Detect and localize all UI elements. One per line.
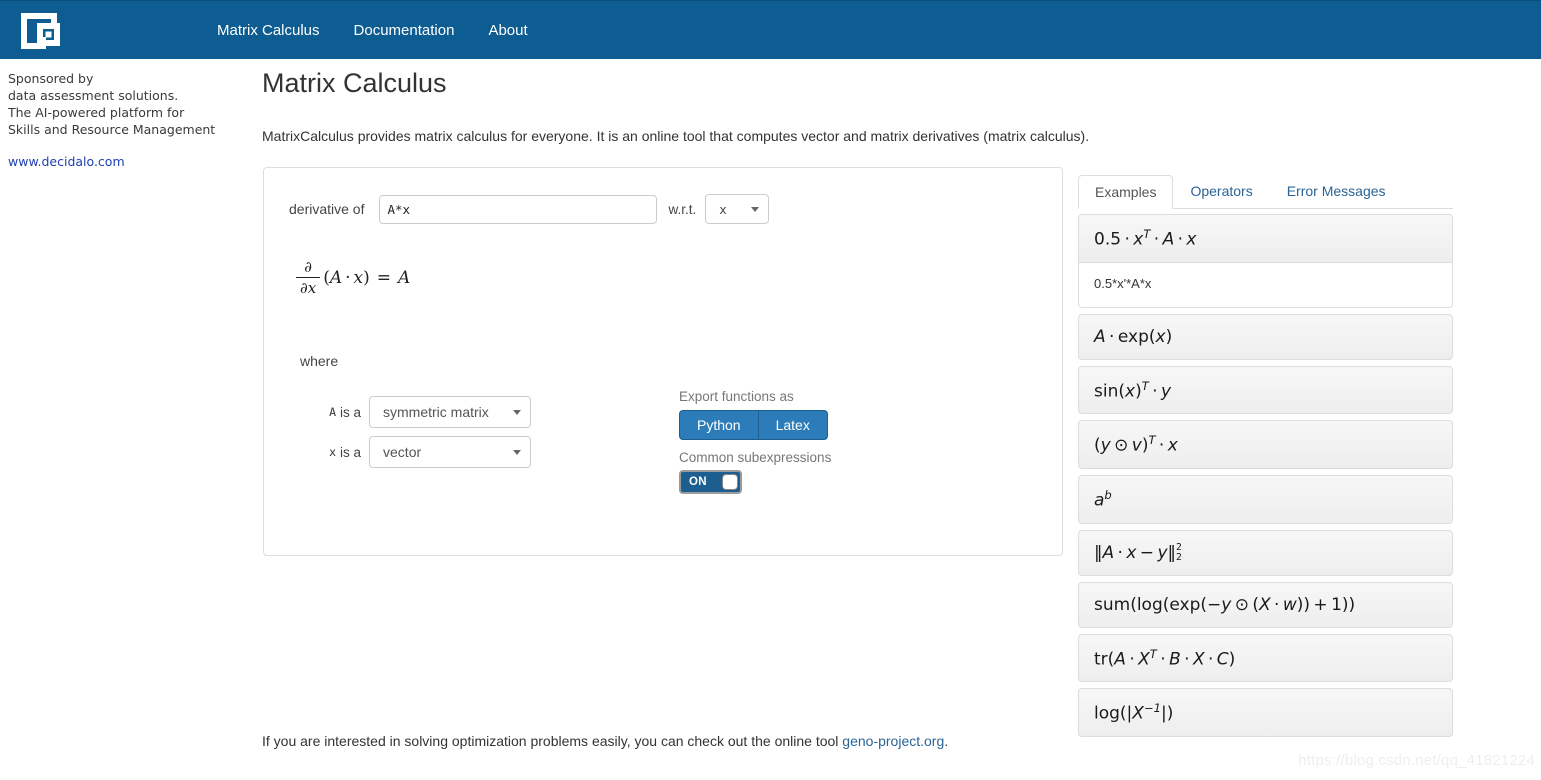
toggle-knob xyxy=(722,474,738,490)
example-item-trace-product[interactable]: tr(A · XT · B · X · C) xyxy=(1078,633,1453,683)
examples-list: 0.5 · xT · A · x 0.5*x'*A*x A · exp(x) s… xyxy=(1078,214,1453,737)
export-python-button[interactable]: Python xyxy=(679,410,759,440)
formula-paren-close: ) xyxy=(363,267,370,288)
example-item-log-det-inverse[interactable]: log(|X−1|) xyxy=(1078,688,1453,737)
type-select-a-value: symmetric matrix xyxy=(383,404,489,420)
wrt-select[interactable]: x xyxy=(705,194,770,224)
footer: If you are interested in solving optimiz… xyxy=(262,733,948,749)
chevron-down-icon xyxy=(751,207,760,212)
footer-text-after: . xyxy=(944,733,949,749)
where-isa-label: is a xyxy=(340,444,362,460)
fraction-numerator: ∂ xyxy=(304,258,312,276)
example-item-quadratic-form[interactable]: 0.5 · xT · A · x xyxy=(1078,214,1453,263)
formula-rhs: A xyxy=(398,267,411,288)
chevron-down-icon xyxy=(513,410,522,415)
example-formula: 0.5 · xT · A · x xyxy=(1094,227,1197,250)
example-plaintext-body: 0.5*x'*A*x xyxy=(1078,262,1453,308)
formula-equals: = xyxy=(376,267,392,288)
export-functions-label: Export functions as xyxy=(679,389,794,404)
example-item-logistic-loss[interactable]: sum(log(exp(−y ⊙ (X · w)) + 1)) xyxy=(1078,581,1453,628)
tab-examples[interactable]: Examples xyxy=(1078,175,1174,209)
formula-paren-open: ( xyxy=(323,267,330,288)
intro-text: MatrixCalculus provides matrix calculus … xyxy=(262,128,1090,144)
example-formula: A · exp(x) xyxy=(1094,326,1173,347)
examples-side-panel: Examples Operators Error Messages 0.5 · … xyxy=(1078,175,1453,743)
derivative-of-label: derivative of xyxy=(289,201,365,217)
expression-input[interactable] xyxy=(379,194,658,224)
common-subexpressions-toggle[interactable]: ON xyxy=(679,470,742,494)
export-button-group: Python Latex xyxy=(679,410,831,440)
partial-fraction: ∂ ∂x xyxy=(296,258,321,297)
example-item-sin-transpose-y[interactable]: sin(x)T · y xyxy=(1078,365,1453,415)
formula-var-a: A xyxy=(329,267,343,288)
sponsor-text: Sponsored by data assessment solutions. … xyxy=(8,71,216,137)
example-plaintext: 0.5*x'*A*x xyxy=(1094,275,1152,291)
where-label: where xyxy=(300,353,339,369)
where-isa-label: is a xyxy=(340,404,362,420)
navbar-links: Matrix Calculus Documentation About xyxy=(200,1,545,60)
example-formula: tr(A · XT · B · X · C) xyxy=(1094,646,1236,670)
example-formula: ‖A · x − y‖ 2 2 xyxy=(1094,542,1182,563)
example-item-a-power-b[interactable]: ab xyxy=(1078,474,1453,524)
where-var-name: x xyxy=(329,445,336,459)
formula-dot: · xyxy=(345,267,351,288)
example-formula: (y ⊙ v)T · x xyxy=(1094,433,1178,456)
derivative-input-row: derivative of w.r.t. x xyxy=(289,194,770,224)
tab-operators[interactable]: Operators xyxy=(1173,174,1269,208)
nav-link-documentation[interactable]: Documentation xyxy=(337,1,472,60)
type-select-x-value: vector xyxy=(383,444,422,460)
export-block: Export functions as Python Latex Common … xyxy=(679,389,831,494)
where-row: x is a vector xyxy=(324,436,532,468)
wrt-select-value: x xyxy=(719,201,727,217)
top-navbar: Matrix Calculus Documentation About xyxy=(0,0,1541,59)
toggle-state-label: ON xyxy=(689,476,707,488)
where-var-name: A xyxy=(329,405,336,419)
matrixcalculus-logo-icon[interactable] xyxy=(18,10,60,52)
type-select-x[interactable]: vector xyxy=(369,436,532,468)
sponsor-link[interactable]: www.decidalo.com xyxy=(8,154,248,169)
where-row: A is a symmetric matrix xyxy=(324,396,532,428)
geno-project-link[interactable]: geno-project.org xyxy=(842,733,944,749)
nav-link-about[interactable]: About xyxy=(471,1,544,60)
sponsor-sidebar: Sponsored by data assessment solutions. … xyxy=(8,70,248,169)
common-subexpressions-label: Common subexpressions xyxy=(679,450,832,465)
formula-body: (A · x) = A xyxy=(323,268,410,288)
tab-error-messages[interactable]: Error Messages xyxy=(1270,174,1403,208)
chevron-down-icon xyxy=(513,450,522,455)
wrt-label: w.r.t. xyxy=(668,201,697,217)
export-latex-button[interactable]: Latex xyxy=(758,410,828,440)
example-item-least-squares[interactable]: ‖A · x − y‖ 2 2 xyxy=(1078,529,1453,576)
page-title: Matrix Calculus xyxy=(262,68,447,98)
side-panel-tabs: Examples Operators Error Messages xyxy=(1078,175,1453,209)
where-rows: A is a symmetric matrix x is a vector xyxy=(324,396,532,476)
calculus-form-panel: derivative of w.r.t. x ∂ ∂x (A·x)=A wher… xyxy=(263,167,1063,556)
example-formula: sin(x)T · y xyxy=(1094,378,1172,402)
nav-link-matrix-calculus[interactable]: Matrix Calculus xyxy=(200,1,337,60)
formula-var-x: x xyxy=(353,267,364,288)
fraction-denominator: ∂x xyxy=(296,277,321,297)
example-formula: log(|X−1|) xyxy=(1094,701,1174,724)
footer-text-before: If you are interested in solving optimiz… xyxy=(262,733,843,749)
watermark: https://blog.csdn.net/qq_41821224 xyxy=(1298,752,1535,769)
derivative-result-formula: ∂ ∂x (A · x) = A xyxy=(296,258,410,297)
type-select-a[interactable]: symmetric matrix xyxy=(369,396,532,428)
example-formula: ab xyxy=(1094,487,1112,511)
example-item-hadamard-transpose-x[interactable]: (y ⊙ v)T · x xyxy=(1078,420,1453,469)
example-item-matrix-exp[interactable]: A · exp(x) xyxy=(1078,313,1453,360)
example-formula: sum(log(exp(−y ⊙ (X · w)) + 1)) xyxy=(1094,594,1356,615)
